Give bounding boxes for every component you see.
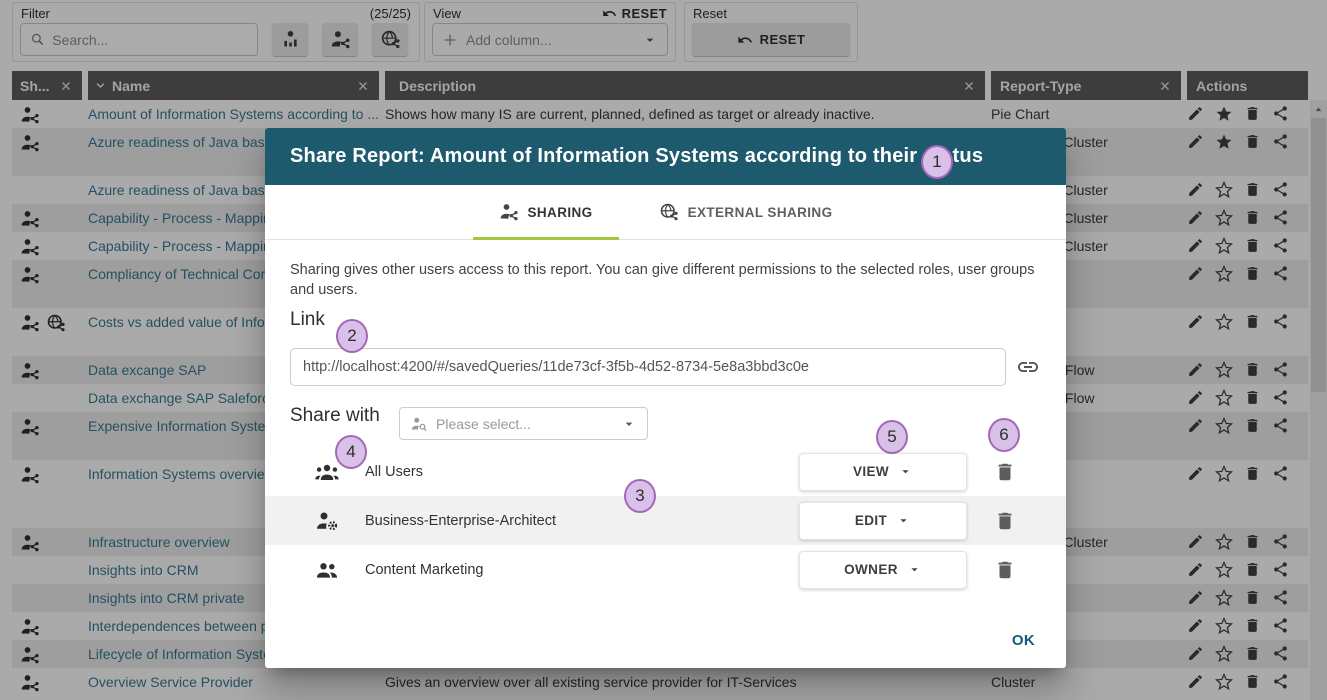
manage-accounts-icon	[315, 509, 339, 533]
globe-share-icon	[659, 202, 679, 222]
share-entry-row: Business-Enterprise-Architect EDIT	[265, 496, 1066, 545]
share-entry-row: All Users VIEW	[265, 447, 1066, 496]
share-report-dialog: Share Report: Amount of Information Syst…	[265, 128, 1066, 668]
dialog-tabs: SHARING EXTERNAL SHARING	[265, 185, 1066, 240]
annotation-badge: 6	[988, 418, 1020, 452]
person-search-icon	[410, 415, 428, 433]
annotation-badge: 4	[335, 435, 367, 469]
share-entry-name: All Users	[365, 464, 423, 480]
annotation-badge: 3	[624, 479, 656, 513]
person-share-icon	[499, 202, 519, 222]
link-heading: Link	[290, 309, 325, 331]
people-icon	[315, 558, 339, 582]
ok-button[interactable]: OK	[1006, 628, 1041, 653]
share-entry-name: Content Marketing	[365, 562, 483, 578]
share-select-placeholder: Please select...	[436, 416, 531, 432]
permission-dropdown[interactable]: OWNER	[799, 551, 967, 589]
link-icon[interactable]	[1016, 355, 1040, 379]
dialog-title: Share Report: Amount of Information Syst…	[290, 145, 983, 168]
sharing-description: Sharing gives other users access to this…	[290, 260, 1042, 300]
share-with-heading: Share with	[290, 405, 380, 427]
permission-value: VIEW	[853, 464, 889, 479]
caret-down-icon	[898, 464, 913, 479]
caret-down-icon	[621, 416, 637, 432]
tab-external-sharing[interactable]: EXTERNAL SHARING	[633, 185, 859, 239]
groups-icon	[315, 460, 339, 484]
share-entry-name: Business-Enterprise-Architect	[365, 513, 556, 529]
share-with-select[interactable]: Please select...	[399, 407, 648, 440]
permission-dropdown[interactable]: EDIT	[799, 502, 967, 540]
share-link-input[interactable]	[290, 348, 1006, 386]
annotation-badge: 2	[336, 319, 368, 353]
caret-down-icon	[907, 562, 922, 577]
remove-entry-icon[interactable]	[994, 461, 1016, 483]
share-entry-row: Content Marketing OWNER	[265, 545, 1066, 594]
remove-entry-icon[interactable]	[994, 510, 1016, 532]
tab-sharing[interactable]: SHARING	[473, 185, 619, 239]
permission-dropdown[interactable]: VIEW	[799, 453, 967, 491]
permission-value: EDIT	[855, 513, 887, 528]
remove-entry-icon[interactable]	[994, 559, 1016, 581]
share-entries-list: All Users VIEW Business-Enterprise-Archi…	[265, 447, 1066, 594]
annotation-badge: 5	[876, 420, 908, 454]
permission-value: OWNER	[844, 562, 898, 577]
annotation-badge: 1	[921, 145, 953, 179]
caret-down-icon	[896, 513, 911, 528]
